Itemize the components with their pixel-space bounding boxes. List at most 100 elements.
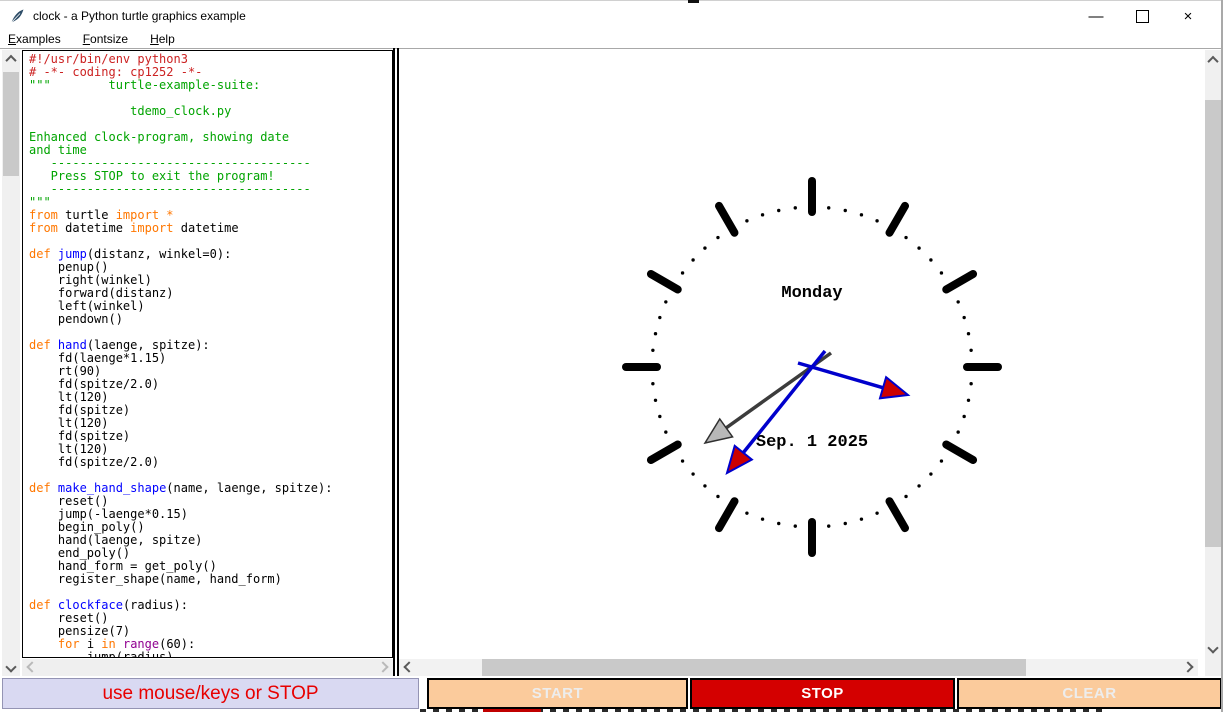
menu-examples[interactable]: Examples <box>8 32 61 46</box>
code-editor[interactable]: #!/usr/bin/env python3 # -*- coding: cp12… <box>22 50 393 658</box>
minute-dot <box>793 206 797 210</box>
menu-bar: Examples Fontsize Help <box>0 30 1221 48</box>
hour-mark <box>646 270 682 294</box>
chevron-down-icon <box>1207 642 1219 654</box>
code-line: jump(radius) <box>29 650 174 658</box>
scroll-up-arrow[interactable] <box>1205 52 1221 68</box>
maximize-icon <box>1135 9 1149 23</box>
control-bar: use mouse/keys or STOP START STOP CLEAR <box>0 678 1221 709</box>
minute-dot <box>966 332 971 336</box>
minute-dot <box>969 382 973 386</box>
hour-mark <box>885 497 909 533</box>
blue-long-hand-arrowhead <box>725 444 754 476</box>
scroll-down-arrow[interactable] <box>1205 640 1221 656</box>
minute-dot <box>904 494 908 499</box>
scrollbar-thumb[interactable] <box>3 72 19 176</box>
menu-help[interactable]: Help <box>150 32 175 46</box>
minute-dot <box>917 246 921 250</box>
minute-dot <box>664 300 668 304</box>
scroll-right-arrow[interactable] <box>375 659 391 675</box>
start-button[interactable]: START <box>427 678 688 709</box>
scrollbar-thumb[interactable] <box>1205 100 1221 547</box>
scroll-up-arrow[interactable] <box>3 51 19 67</box>
minute-dot <box>962 414 966 419</box>
minute-dot <box>658 414 662 419</box>
minute-dot <box>827 524 831 528</box>
scroll-right-arrow[interactable] <box>1180 659 1196 675</box>
chevron-up-icon <box>5 54 17 67</box>
title-bar[interactable]: clock - a Python turtle graphics example… <box>0 0 1221 31</box>
gray-hand-arrowhead <box>703 417 734 445</box>
chevron-up-icon <box>1207 55 1219 68</box>
minute-dot <box>745 511 749 515</box>
minute-dot <box>760 517 765 521</box>
menu-fontsize[interactable]: Fontsize <box>83 32 128 46</box>
minute-dot <box>716 235 720 240</box>
code-line: from datetime import datetime <box>29 221 239 235</box>
minimize-button[interactable]: — <box>1073 1 1119 31</box>
blue-short-hand-arrowhead <box>878 375 911 400</box>
code-vertical-scrollbar[interactable] <box>2 50 20 676</box>
code-line: pendown() <box>29 312 123 326</box>
chevron-right-icon <box>1182 661 1194 673</box>
minute-dot <box>691 258 695 262</box>
minute-dot <box>777 208 781 213</box>
window-controls: — × <box>1073 1 1211 31</box>
maximize-button[interactable] <box>1119 1 1165 31</box>
hour-mark <box>646 440 682 464</box>
chevron-right-icon <box>377 661 389 673</box>
canvas-vertical-scrollbar[interactable] <box>1205 50 1221 676</box>
chevron-down-icon <box>5 661 17 673</box>
hour-mark <box>715 201 739 237</box>
minute-dot <box>827 206 831 210</box>
minute-dot <box>664 430 668 434</box>
minute-dot <box>929 472 933 476</box>
minute-dot <box>653 398 658 402</box>
scroll-left-arrow[interactable] <box>401 659 417 675</box>
minute-dot <box>904 235 908 240</box>
clock-drawing: Monday Sep. 1 2025 <box>622 177 1002 557</box>
clear-button[interactable]: CLEAR <box>957 678 1221 709</box>
scroll-down-arrow[interactable] <box>3 659 19 675</box>
canvas-horizontal-scrollbar[interactable] <box>399 659 1198 676</box>
minute-dot <box>929 258 933 262</box>
minute-dot <box>691 472 695 476</box>
minute-dot <box>859 213 864 217</box>
minute-dot <box>917 484 921 488</box>
minute-dot <box>859 517 864 521</box>
hour-mark <box>942 270 978 294</box>
chevron-left-icon <box>26 661 38 673</box>
code-line: tdemo_clock.py <box>29 104 232 118</box>
background-window-sliver <box>688 0 699 3</box>
close-button[interactable]: × <box>1165 1 1211 31</box>
scrollbar-thumb[interactable] <box>482 659 1026 676</box>
chevron-left-icon <box>403 661 415 673</box>
minute-dot <box>939 459 944 463</box>
minute-dot <box>843 521 847 526</box>
pane-divider <box>393 48 395 676</box>
clock-day-text: Monday <box>781 284 842 303</box>
stop-button[interactable]: STOP <box>690 678 955 709</box>
scroll-left-arrow[interactable] <box>24 659 40 675</box>
minute-dot <box>969 348 973 352</box>
minute-dot <box>962 315 966 320</box>
minute-dot <box>651 382 655 386</box>
code-line: register_shape(name, hand_form) <box>29 572 282 586</box>
turtle-canvas[interactable]: Monday Sep. 1 2025 <box>399 50 1205 658</box>
minute-dot <box>716 494 720 499</box>
minute-dot <box>653 332 658 336</box>
menu-separator <box>0 48 1221 49</box>
code-line: fd(spitze/2.0) <box>29 455 160 469</box>
status-label: use mouse/keys or STOP <box>2 678 419 709</box>
minute-dot <box>651 348 655 352</box>
minute-dot <box>680 271 685 275</box>
minute-dot <box>875 511 879 515</box>
minute-dot <box>939 271 944 275</box>
code-horizontal-scrollbar[interactable] <box>22 659 393 676</box>
minute-dot <box>777 521 781 526</box>
code-line: ------------------------------------ <box>29 182 311 196</box>
hour-mark <box>715 497 739 533</box>
minute-dot <box>703 246 707 250</box>
window-title: clock - a Python turtle graphics example <box>33 9 246 23</box>
minute-dot <box>793 524 797 528</box>
